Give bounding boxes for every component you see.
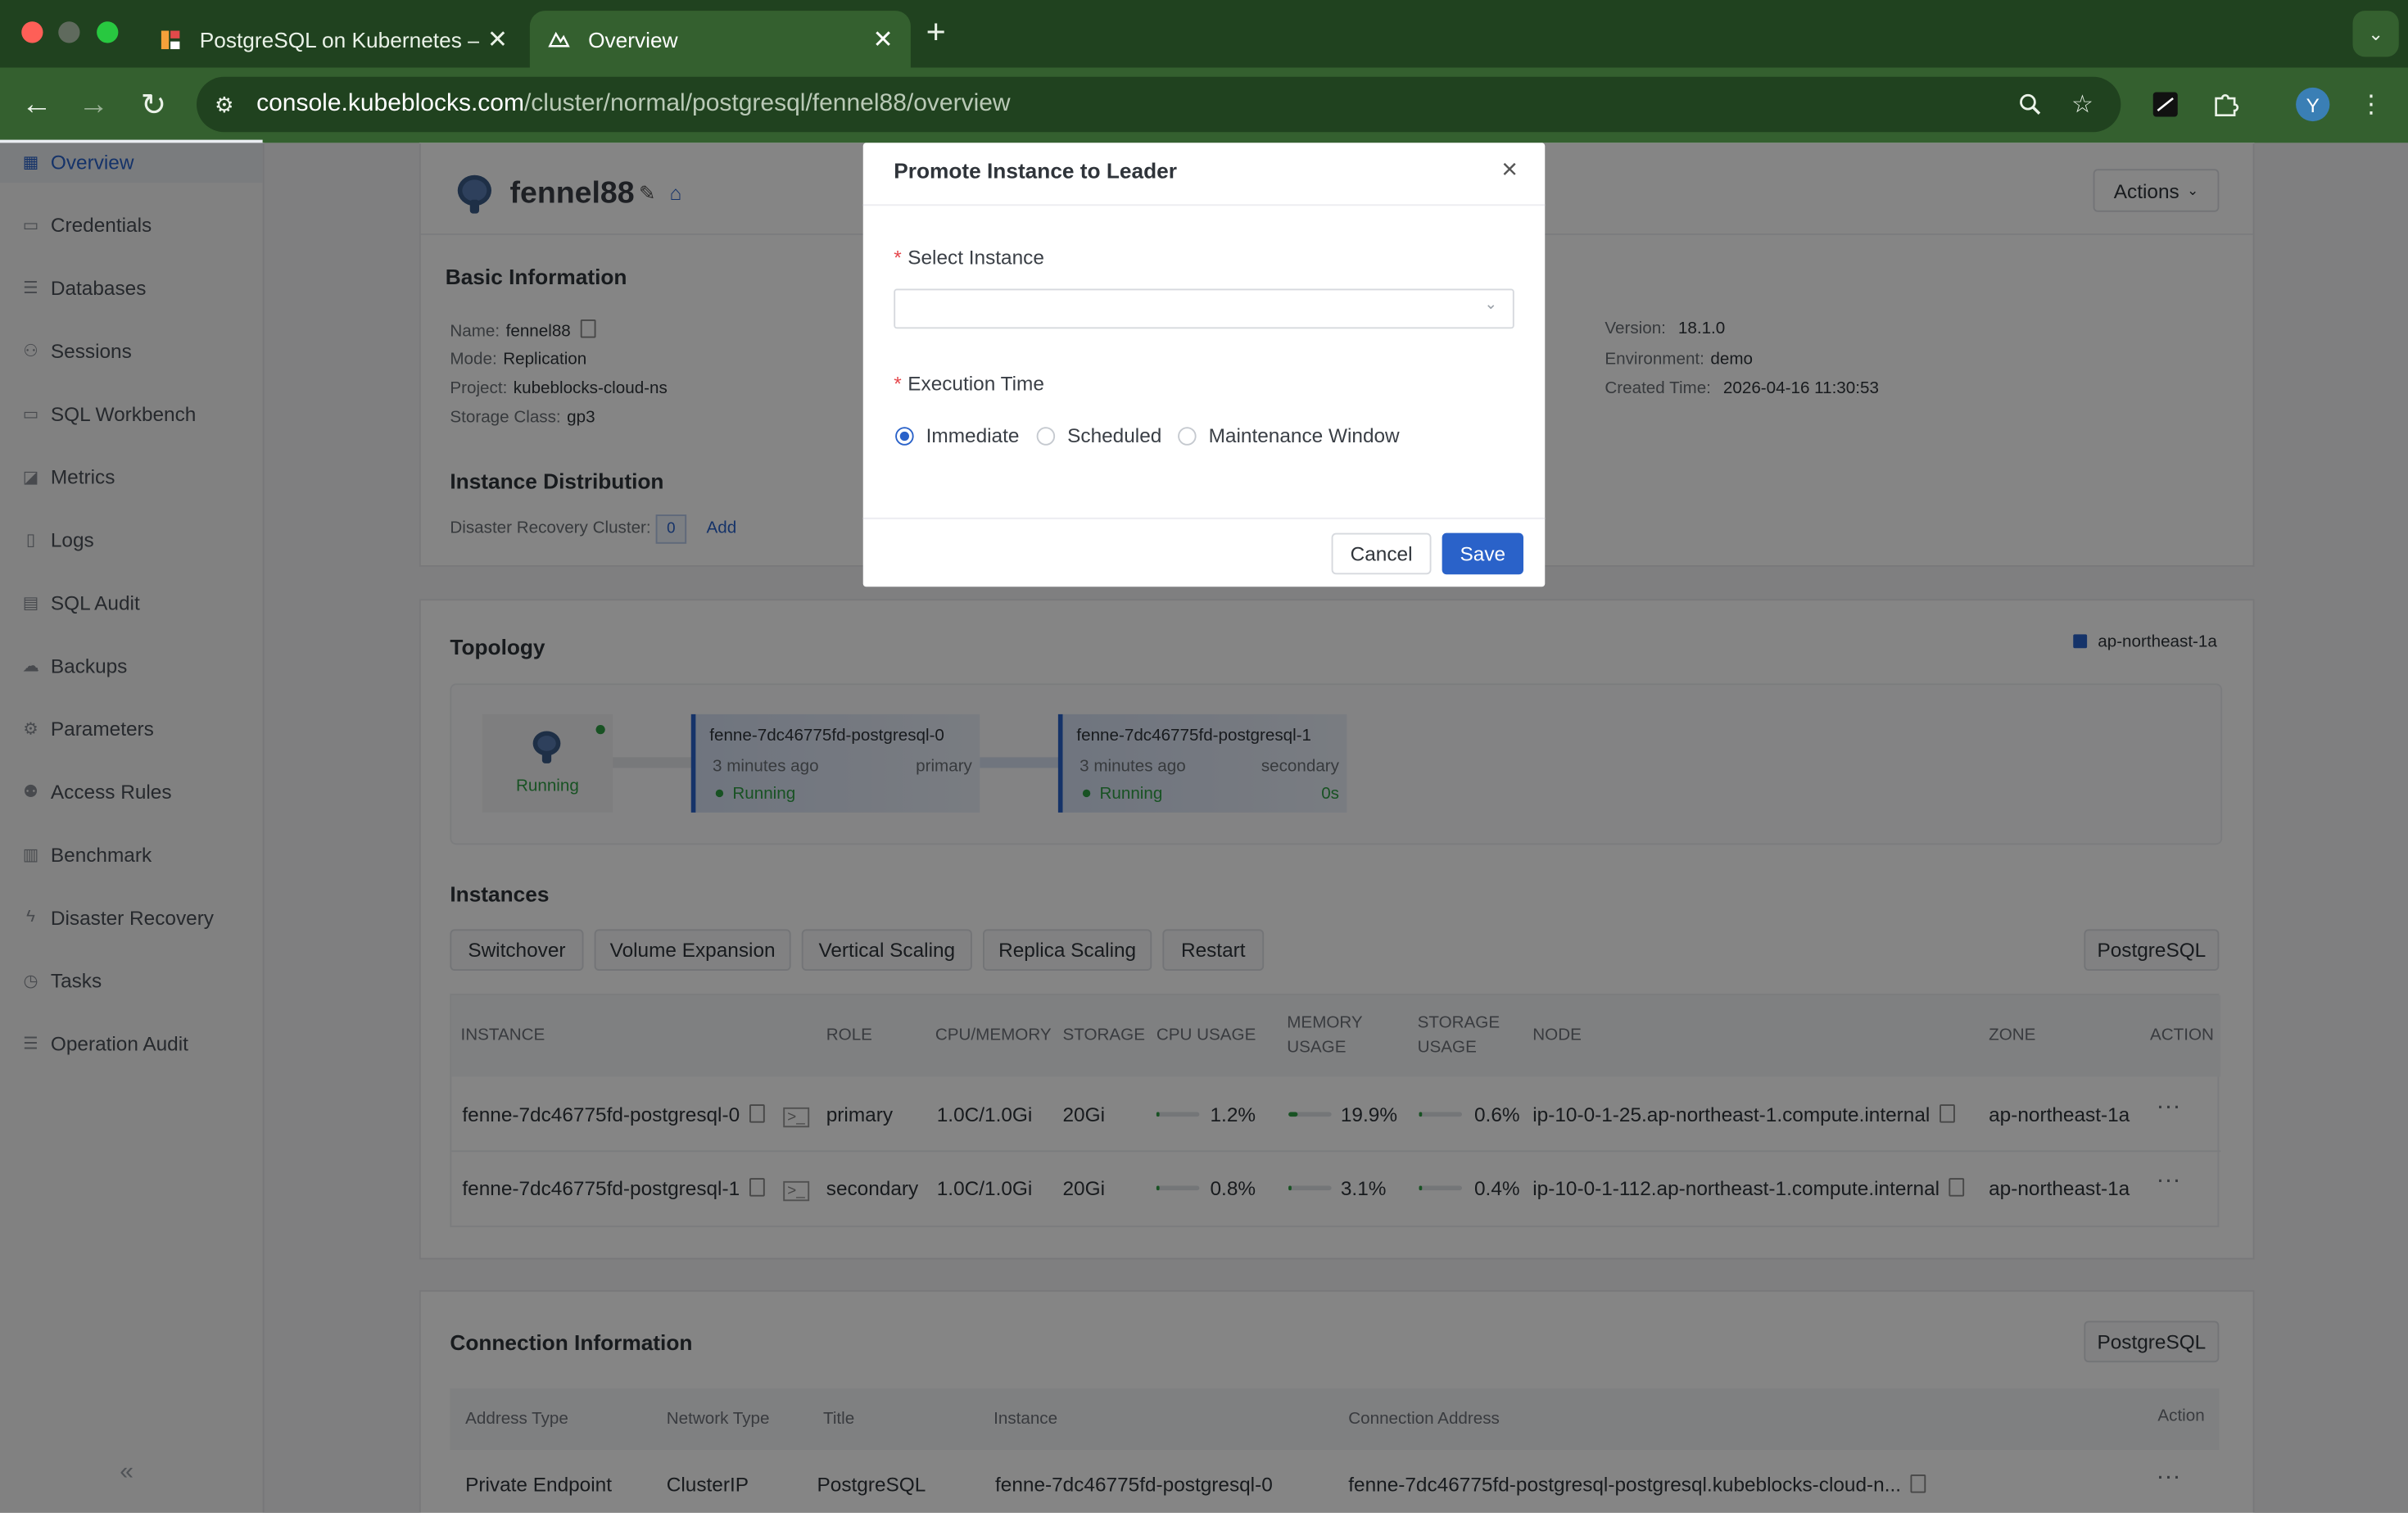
close-window-button[interactable] xyxy=(21,21,43,43)
browser-menu-icon[interactable]: ⋮ xyxy=(2353,86,2390,123)
browser-tab-bar: PostgreSQL on Kubernetes — ✕ Overview ✕ … xyxy=(0,0,2408,68)
kubeblocks-favicon-icon xyxy=(156,25,184,53)
new-tab-icon[interactable]: + xyxy=(926,12,946,52)
zoom-icon[interactable] xyxy=(2015,89,2046,120)
radio-scheduled[interactable]: Scheduled xyxy=(1036,424,1161,447)
browser-tab-active[interactable]: Overview ✕ xyxy=(529,11,911,68)
address-bar[interactable]: ⚙ console.kubeblocks.com/cluster/normal/… xyxy=(197,76,2121,133)
chevron-down-icon: ⌄ xyxy=(1484,296,1498,314)
dialog-title: Promote Instance to Leader xyxy=(894,158,1177,183)
overview-favicon-icon xyxy=(545,25,573,53)
browser-tab[interactable]: PostgreSQL on Kubernetes — ✕ xyxy=(142,11,526,67)
tab-title: Overview xyxy=(588,26,678,52)
select-instance-label: * Select Instance xyxy=(894,246,1044,270)
cancel-button[interactable]: Cancel xyxy=(1331,532,1432,575)
execution-time-label: * Execution Time xyxy=(894,371,1044,395)
tab-search-icon[interactable]: ⌄ xyxy=(2352,11,2399,57)
close-tab-icon[interactable]: ✕ xyxy=(479,24,516,55)
reload-icon[interactable]: ↻ xyxy=(135,86,172,123)
url-text: console.kubeblocks.com/cluster/normal/po… xyxy=(256,90,1011,117)
dialog-footer-divider xyxy=(862,517,1546,519)
radio-maintenance-window[interactable]: Maintenance Window xyxy=(1178,424,1400,447)
forward-icon[interactable]: → xyxy=(75,86,112,123)
promote-leader-dialog: Promote Instance to Leader × * Select Ins… xyxy=(862,143,1546,587)
browser-toolbar: ← → ↻ ⚙ console.kubeblocks.com/cluster/n… xyxy=(0,67,2408,143)
site-settings-icon[interactable]: ⚙ xyxy=(209,89,240,120)
tab-title: PostgreSQL on Kubernetes — xyxy=(199,26,479,52)
maximize-window-button[interactable] xyxy=(97,21,119,43)
profile-avatar[interactable]: Y xyxy=(2296,87,2330,122)
extensions-puzzle-icon[interactable] xyxy=(2207,86,2243,123)
instance-select[interactable]: ⌄ xyxy=(894,288,1514,329)
radio-immediate[interactable]: Immediate xyxy=(895,424,1019,447)
screen: PostgreSQL on Kubernetes — ✕ Overview ✕ … xyxy=(0,0,2408,1513)
save-button[interactable]: Save xyxy=(1442,532,1523,575)
extension-icon[interactable] xyxy=(2147,86,2184,123)
bookmark-star-icon[interactable]: ☆ xyxy=(2067,89,2098,120)
minimize-window-button[interactable] xyxy=(58,21,80,43)
back-icon[interactable]: ← xyxy=(19,86,56,123)
close-icon[interactable]: × xyxy=(1496,155,1523,183)
close-tab-icon[interactable]: ✕ xyxy=(865,24,902,55)
